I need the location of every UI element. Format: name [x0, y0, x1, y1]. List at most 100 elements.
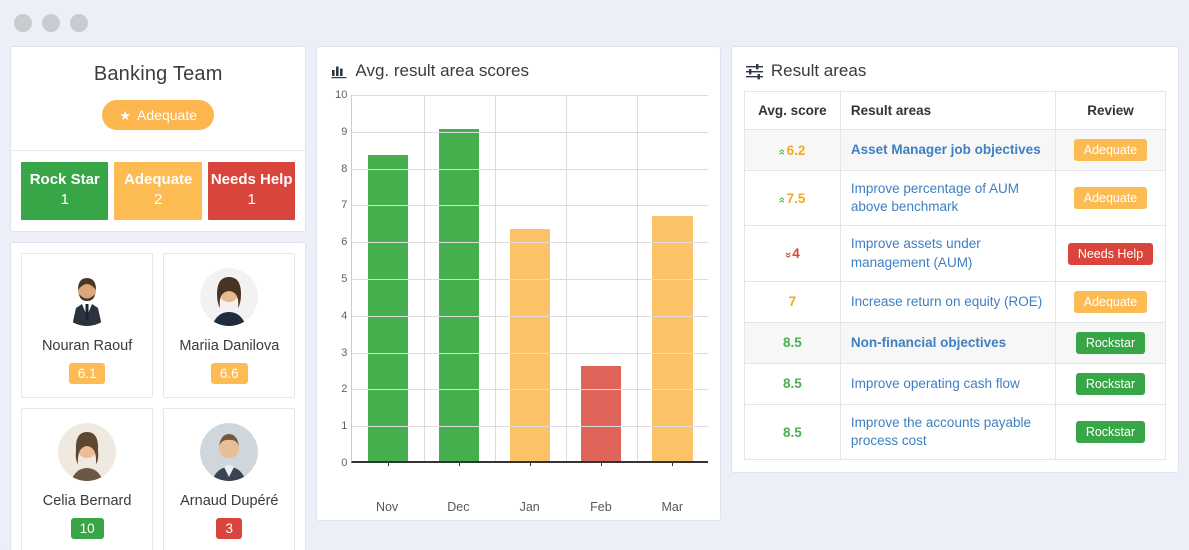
y-axis-tick-label: 2 — [341, 383, 348, 396]
bar-slot — [352, 95, 423, 466]
dashboard-columns: Banking Team ★ Adequate Rock Star 1 Adeq… — [10, 46, 1179, 550]
result-area-link[interactable]: Increase return on equity (ROE) — [851, 294, 1042, 309]
x-axis-tick-label: Mar — [661, 500, 683, 514]
table-row[interactable]: 8.5 Non-financial objectives Rockstar — [743, 321, 1166, 364]
member-score-badge: 3 — [216, 517, 243, 539]
bar-chart: 0 1 2 3 4 5 6 7 8 9 10 — [325, 89, 708, 491]
chart-bar[interactable] — [652, 215, 693, 461]
gridline-horizontal — [352, 389, 708, 391]
stat-count: 1 — [60, 191, 69, 209]
member-card[interactable]: Celia Bernard 10 — [21, 407, 154, 550]
cell-review: Adequate — [1055, 280, 1166, 323]
table-row[interactable]: 8.5 Improve the accounts payable process … — [743, 403, 1166, 461]
x-axis-tick-label: Jan — [519, 500, 540, 514]
gridline-horizontal — [352, 242, 708, 244]
gridline-horizontal — [352, 131, 708, 133]
col-header-result-areas[interactable]: Result areas — [839, 91, 1057, 130]
member-card[interactable]: Arnaud Dupéré 3 — [163, 407, 296, 550]
cell-avg-score: 8.5 — [743, 321, 841, 364]
review-badge[interactable]: Adequate — [1073, 187, 1148, 210]
member-name: Celia Bernard — [42, 492, 132, 509]
review-badge[interactable]: Adequate — [1073, 139, 1148, 161]
col-header-review[interactable]: Review — [1055, 91, 1166, 130]
window-minimize-dot[interactable] — [14, 14, 32, 32]
review-badge[interactable]: Rockstar — [1075, 372, 1146, 395]
avg-score-value: 8.5 — [783, 335, 802, 351]
table-row[interactable]: »7.5 Improve percentage of AUM above benc… — [743, 169, 1166, 227]
member-name: Nouran Raouf — [41, 337, 133, 354]
cell-avg-score: »6.2 — [743, 129, 841, 171]
avatar — [58, 422, 117, 481]
x-axis-tickmark — [387, 461, 389, 466]
cell-avg-score: »7.5 — [743, 169, 841, 227]
team-summary-card: Banking Team ★ Adequate Rock Star 1 Adeq… — [10, 46, 307, 232]
chart-bar[interactable] — [367, 155, 409, 461]
result-areas-header: Result areas — [732, 47, 1178, 91]
avg-score-value: 8.5 — [783, 424, 802, 440]
chart-bar[interactable] — [580, 365, 622, 461]
table-row[interactable]: 7 Increase return on equity (ROE) Adequate — [743, 280, 1166, 323]
avg-score-value: 7.5 — [786, 190, 806, 206]
chart-header: Avg. result area scores — [317, 47, 719, 91]
result-areas-table: Avg. score Result areas Review »6.2 Asset… — [743, 91, 1166, 461]
y-axis-tick-label: 0 — [341, 457, 348, 469]
y-axis: 0 1 2 3 4 5 6 7 8 9 10 — [325, 89, 351, 469]
bars-container — [352, 95, 708, 466]
member-score-badge: 6.1 — [68, 362, 106, 384]
table-row[interactable]: »6.2 Asset Manager job objectives Adequate — [743, 129, 1166, 171]
cell-review: Needs Help — [1055, 225, 1166, 282]
result-area-link[interactable]: Asset Manager job objectives — [851, 142, 1041, 157]
review-badge[interactable]: Adequate — [1073, 290, 1148, 313]
member-card[interactable]: Nouran Raouf 6.1 — [21, 252, 154, 398]
result-area-link[interactable]: Improve percentage of AUM above benchmar… — [851, 181, 1019, 214]
result-area-link[interactable]: Improve operating cash flow — [851, 376, 1020, 391]
member-card[interactable]: Mariia Danilova 6.6 — [163, 252, 296, 398]
cell-avg-score: 7 — [743, 280, 841, 323]
member-name: Mariia Danilova — [179, 337, 280, 354]
y-axis-tick-label: 9 — [341, 125, 348, 138]
window-maximize-dot[interactable] — [42, 14, 60, 32]
result-area-link[interactable]: Improve assets under management (AUM) — [851, 236, 981, 269]
review-badge[interactable]: Needs Help — [1067, 242, 1154, 265]
x-axis-tick-label: Dec — [447, 500, 470, 514]
stat-rock-star[interactable]: Rock Star 1 — [21, 162, 109, 220]
chevron-double-up-icon: » — [776, 196, 789, 203]
x-axis: Nov Dec Jan Feb Mar — [351, 500, 707, 514]
gridline-horizontal — [352, 279, 708, 280]
result-areas-panel: Result areas Avg. score Result areas Rev… — [730, 46, 1179, 474]
result-area-link[interactable]: Non-financial objectives — [851, 335, 1006, 350]
member-score-badge: 10 — [70, 517, 104, 539]
x-axis-tick-label: Nov — [375, 500, 399, 514]
chart-bar[interactable] — [438, 129, 480, 461]
x-axis-tickmark — [601, 461, 603, 466]
y-axis-tick-label: 3 — [341, 346, 348, 359]
team-rating-badge[interactable]: ★ Adequate — [102, 100, 214, 130]
gridline-horizontal — [352, 95, 708, 96]
gridline-vertical — [423, 95, 425, 461]
chevron-double-down-icon: » — [782, 252, 795, 259]
stat-needs-help[interactable]: Needs Help 1 — [207, 162, 296, 220]
col-header-avg-score[interactable]: Avg. score — [743, 91, 841, 130]
stat-count: 2 — [154, 191, 163, 209]
x-axis-tickmark — [530, 461, 532, 466]
review-badge[interactable]: Rockstar — [1075, 421, 1146, 444]
result-area-link[interactable]: Improve the accounts payable process cos… — [851, 415, 1031, 448]
stat-adequate[interactable]: Adequate 2 — [114, 162, 202, 220]
review-badge[interactable]: Rockstar — [1075, 331, 1146, 354]
avg-score-value: 6.2 — [786, 142, 806, 158]
bar-slot — [424, 95, 495, 466]
bar-chart-icon — [331, 63, 347, 79]
table-row[interactable]: 8.5 Improve operating cash flow Rockstar — [743, 362, 1166, 405]
cell-result-area: Improve assets under management (AUM) — [839, 225, 1057, 282]
cell-review: Rockstar — [1055, 403, 1166, 461]
cell-review: Rockstar — [1055, 321, 1166, 364]
y-axis-tick-label: 6 — [341, 236, 348, 249]
bar-slot — [637, 95, 708, 466]
window-titlebar — [10, 0, 1179, 46]
y-axis-tick-label: 1 — [341, 420, 348, 433]
window-close-dot[interactable] — [70, 14, 88, 32]
table-row[interactable]: »4 Improve assets under management (AUM) N… — [743, 225, 1166, 282]
cell-result-area: Asset Manager job objectives — [839, 129, 1057, 171]
gridline-vertical — [636, 95, 638, 461]
gridline-vertical — [494, 95, 496, 461]
